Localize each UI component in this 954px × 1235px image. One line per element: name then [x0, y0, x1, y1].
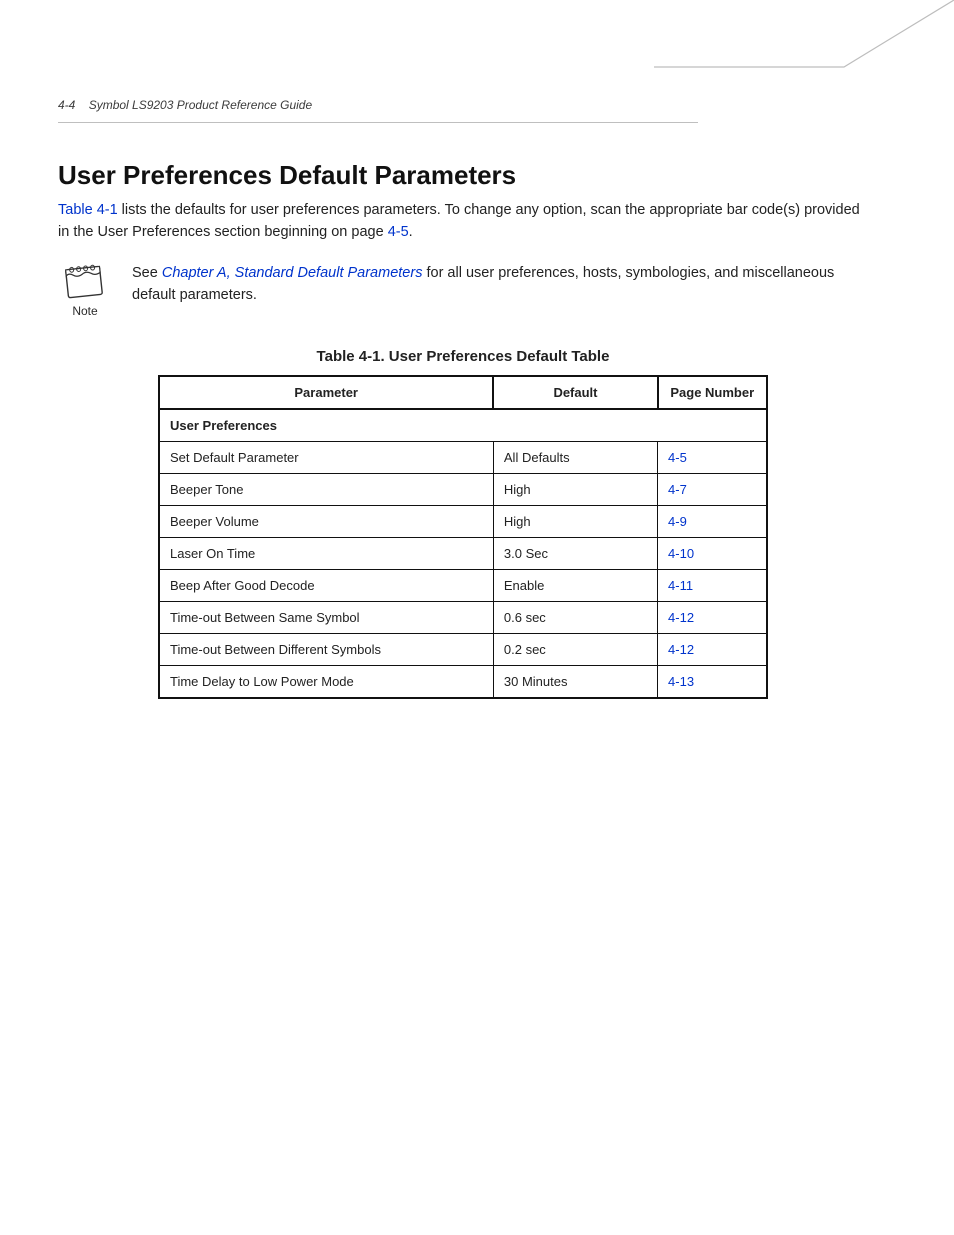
note-prefix: See: [132, 265, 162, 281]
table-row: Time-out Between Same Symbol 0.6 sec 4-1…: [159, 601, 767, 633]
page-link[interactable]: 4-13: [668, 674, 694, 689]
param-cell: Laser On Time: [159, 537, 493, 569]
param-cell: Beep After Good Decode: [159, 569, 493, 601]
page-link[interactable]: 4-9: [668, 514, 687, 529]
default-cell: All Defaults: [493, 441, 657, 473]
page-link[interactable]: 4-11: [668, 578, 693, 593]
col-parameter: Parameter: [159, 376, 493, 409]
section-heading: User Preferences Default Parameters: [58, 160, 868, 191]
note-icon: Note: [58, 262, 112, 318]
table-row: Beeper Volume High 4-9: [159, 505, 767, 537]
note-label: Note: [58, 304, 112, 318]
section-cell: User Preferences: [159, 409, 767, 442]
running-header: 4-4 Symbol LS9203 Product Reference Guid…: [58, 98, 698, 123]
table-header-row: Parameter Default Page Number: [159, 376, 767, 409]
doc-title: Symbol LS9203 Product Reference Guide: [89, 98, 312, 112]
table-row: Beeper Tone High 4-7: [159, 473, 767, 505]
note-block: Note See Chapter A, Standard Default Par…: [58, 262, 868, 318]
page-link[interactable]: 4-5: [668, 450, 687, 465]
default-cell: High: [493, 505, 657, 537]
default-cell: High: [493, 473, 657, 505]
table-row: Time Delay to Low Power Mode 30 Minutes …: [159, 665, 767, 698]
param-cell: Time-out Between Different Symbols: [159, 633, 493, 665]
chapter-a-link[interactable]: Chapter A, Standard Default Parameters: [162, 265, 423, 281]
default-cell: 0.6 sec: [493, 601, 657, 633]
page-ref-link[interactable]: 4-5: [388, 224, 409, 240]
note-text: See Chapter A, Standard Default Paramete…: [132, 262, 868, 307]
param-cell: Time-out Between Same Symbol: [159, 601, 493, 633]
table-ref-link[interactable]: Table 4-1: [58, 202, 118, 218]
default-cell: Enable: [493, 569, 657, 601]
param-cell: Beeper Volume: [159, 505, 493, 537]
page-link[interactable]: 4-12: [668, 610, 694, 625]
default-cell: 30 Minutes: [493, 665, 657, 698]
param-cell: Set Default Parameter: [159, 441, 493, 473]
param-cell: Time Delay to Low Power Mode: [159, 665, 493, 698]
page-number: 4-4: [58, 98, 75, 112]
table-row: Time-out Between Different Symbols 0.2 s…: [159, 633, 767, 665]
table-row: Set Default Parameter All Defaults 4-5: [159, 441, 767, 473]
col-default: Default: [493, 376, 657, 409]
default-cell: 0.2 sec: [493, 633, 657, 665]
intro-text-2: .: [409, 224, 413, 240]
page-link[interactable]: 4-10: [668, 546, 694, 561]
preferences-table: Parameter Default Page Number User Prefe…: [158, 375, 768, 699]
table-caption: Table 4-1. User Preferences Default Tabl…: [58, 348, 868, 365]
default-cell: 3.0 Sec: [493, 537, 657, 569]
table-section-row: User Preferences: [159, 409, 767, 442]
param-cell: Beeper Tone: [159, 473, 493, 505]
page-link[interactable]: 4-7: [668, 482, 687, 497]
table-row: Laser On Time 3.0 Sec 4-10: [159, 537, 767, 569]
intro-text-1: lists the defaults for user preferences …: [58, 202, 860, 240]
page-link[interactable]: 4-12: [668, 642, 694, 657]
table-row: Beep After Good Decode Enable 4-11: [159, 569, 767, 601]
intro-paragraph: Table 4-1 lists the defaults for user pr…: [58, 199, 868, 244]
col-page: Page Number: [658, 376, 767, 409]
corner-cut-decoration: [654, 0, 954, 120]
